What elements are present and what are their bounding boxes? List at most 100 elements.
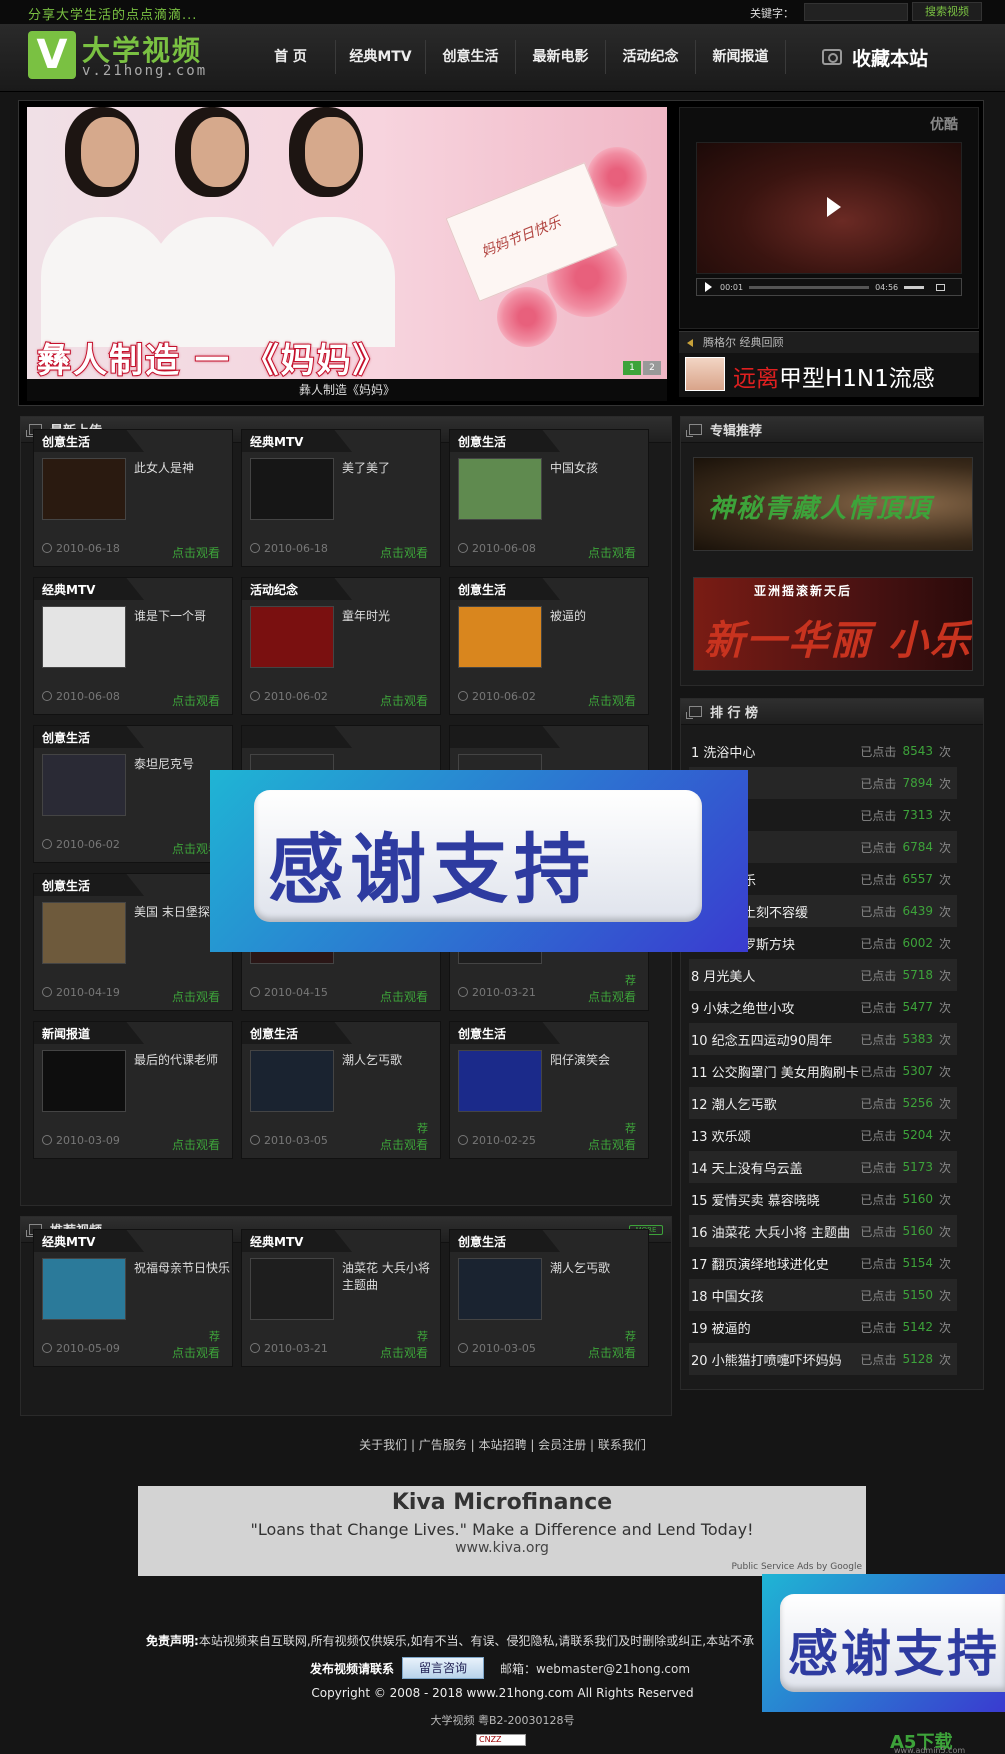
play-icon[interactable]: [827, 197, 841, 217]
nav-home[interactable]: 首 页: [246, 40, 336, 74]
video-title[interactable]: 中国女孩: [550, 460, 646, 477]
video-title[interactable]: 油菜花 大兵小将 主题曲: [342, 1260, 438, 1294]
watch-link[interactable]: 点击观看: [172, 692, 220, 709]
nav-events[interactable]: 活动纪念: [606, 40, 696, 74]
video-card[interactable]: 经典MTV 祝福母亲节日快乐荐 2010-05-09 点击观看: [33, 1229, 233, 1367]
icp-license[interactable]: 大学视频 粤B2-20030128号: [0, 1712, 1005, 1728]
watch-link[interactable]: 点击观看: [588, 1136, 636, 1153]
slide-dot-2[interactable]: 2: [643, 361, 661, 375]
contact-email[interactable]: 邮箱：webmaster@21hong.com: [500, 1660, 690, 1677]
ranking-title[interactable]: 20 小熊猫打喷嚏吓坏妈妈: [691, 1350, 860, 1369]
watch-link[interactable]: 点击观看: [172, 1344, 220, 1361]
watch-link[interactable]: 点击观看: [380, 692, 428, 709]
video-card[interactable]: 活动纪念 童年时光 2010-06-02 点击观看: [241, 577, 441, 715]
watch-link[interactable]: 点击观看: [172, 988, 220, 1005]
ranking-row[interactable]: 14 天上没有乌云盖 已点击 5173 次: [689, 1151, 957, 1183]
category-tag[interactable]: 创意生活: [450, 1022, 560, 1044]
category-tag[interactable]: 创意生活: [34, 726, 144, 748]
news-ticker[interactable]: 远离甲型H1N1流感: [679, 353, 979, 397]
video-card[interactable]: 创意生活 美国 末日堡探秘 2010-04-19 点击观看: [33, 873, 233, 1011]
cnzz-badge[interactable]: CNZZ: [476, 1734, 526, 1746]
bookmark-site-button[interactable]: 收藏本站: [822, 42, 928, 72]
footer-link[interactable]: 广告服务: [419, 1438, 467, 1452]
banner-caption[interactable]: 彝人制造《妈妈》: [27, 379, 667, 401]
category-tag[interactable]: 创意生活: [34, 874, 144, 896]
video-title[interactable]: 祝福母亲节日快乐: [134, 1260, 230, 1277]
video-card[interactable]: 创意生活 潮人乞丐歌荐 2010-03-05 点击观看: [241, 1021, 441, 1159]
ranking-title[interactable]: 13 欢乐颂: [691, 1126, 860, 1145]
video-card[interactable]: 创意生活 阳仔演笑会荐 2010-02-25 点击观看: [449, 1021, 649, 1159]
ranking-title[interactable]: 17 翻页演绎地球进化史: [691, 1254, 860, 1273]
video-card[interactable]: 经典MTV 美了美了 2010-06-18 点击观看: [241, 429, 441, 567]
video-thumbnail[interactable]: [458, 1258, 542, 1320]
site-logo[interactable]: V 大学视频 v.21hong.com: [28, 31, 218, 83]
category-tag[interactable]: [450, 726, 560, 748]
category-tag[interactable]: 创意生活: [34, 430, 144, 452]
category-tag[interactable]: 经典MTV: [34, 578, 144, 600]
video-title[interactable]: 童年时光: [342, 608, 438, 625]
ad-title[interactable]: Kiva Microfinance: [138, 1490, 866, 1515]
ranking-title[interactable]: 16 油菜花 大兵小将 主题曲: [691, 1222, 860, 1241]
video-thumbnail[interactable]: [250, 458, 334, 520]
video-card[interactable]: 经典MTV 谁是下一个哥 2010-06-08 点击观看: [33, 577, 233, 715]
ranking-title[interactable]: 8 月光美人: [691, 966, 860, 985]
ranking-row[interactable]: 9 小妹之绝世小攻 已点击 5477 次: [689, 991, 957, 1023]
watch-link[interactable]: 点击观看: [380, 988, 428, 1005]
category-tag[interactable]: 新闻报道: [34, 1022, 144, 1044]
video-title[interactable]: 此女人是神: [134, 460, 230, 477]
video-title[interactable]: 被逼的: [550, 608, 646, 625]
video-thumbnail[interactable]: [250, 606, 334, 668]
footer-link[interactable]: 联系我们: [598, 1438, 646, 1452]
ranking-row[interactable]: 17 翻页演绎地球进化史 已点击 5154 次: [689, 1247, 957, 1279]
watch-link[interactable]: 点击观看: [172, 544, 220, 561]
video-card[interactable]: 经典MTV 油菜花 大兵小将 主题曲荐 2010-03-21 点击观看: [241, 1229, 441, 1367]
watch-link[interactable]: 点击观看: [588, 988, 636, 1005]
ranking-title[interactable]: 19 被逼的: [691, 1318, 860, 1337]
video-card[interactable]: 新闻报道 最后的代课老师 2010-03-09 点击观看: [33, 1021, 233, 1159]
search-button[interactable]: 搜索视频: [912, 2, 982, 21]
video-thumbnail[interactable]: [42, 754, 126, 816]
ranking-row[interactable]: 11 公交胸罩门 美女用胸刷卡 已点击 5307 次: [689, 1055, 957, 1087]
ranking-row[interactable]: 20 小熊猫打喷嚏吓坏妈妈 已点击 5128 次: [689, 1343, 957, 1375]
ranking-row[interactable]: 10 纪念五四运动90周年 已点击 5383 次: [689, 1023, 957, 1055]
ranking-title[interactable]: 14 天上没有乌云盖: [691, 1158, 860, 1177]
video-thumbnail[interactable]: [250, 1050, 334, 1112]
google-ad[interactable]: Kiva Microfinance "Loans that Change Liv…: [138, 1486, 866, 1576]
nav-news[interactable]: 新闻报道: [696, 40, 786, 74]
ranking-title[interactable]: 9 小妹之绝世小攻: [691, 998, 860, 1017]
ranking-title[interactable]: 18 中国女孩: [691, 1286, 860, 1305]
nav-latest-movies[interactable]: 最新电影: [516, 40, 606, 74]
footer-link[interactable]: 本站招聘: [478, 1438, 526, 1452]
watch-link[interactable]: 点击观看: [588, 1344, 636, 1361]
video-card[interactable]: 创意生活 泰坦尼克号 2010-06-02 点击观看: [33, 725, 233, 863]
video-thumbnail[interactable]: [458, 606, 542, 668]
watch-link[interactable]: 点击观看: [588, 544, 636, 561]
footer-link[interactable]: 会员注册: [538, 1438, 586, 1452]
ranking-title[interactable]: 15 爱情买卖 慕容晓晓: [691, 1190, 860, 1209]
video-title[interactable]: 潮人乞丐歌: [342, 1052, 438, 1069]
video-card[interactable]: 创意生活 此女人是神 2010-06-18 点击观看: [33, 429, 233, 567]
ranking-title[interactable]: 11 公交胸罩门 美女用胸刷卡: [691, 1062, 860, 1081]
category-tag[interactable]: 经典MTV: [242, 430, 352, 452]
album-banner-1[interactable]: 神秘青藏人情頂頂: [693, 457, 973, 551]
category-tag[interactable]: 创意生活: [242, 1022, 352, 1044]
category-tag[interactable]: 创意生活: [450, 1230, 560, 1252]
video-thumbnail[interactable]: [42, 1050, 126, 1112]
video-thumbnail[interactable]: [250, 1258, 334, 1320]
ranking-row[interactable]: 12 潮人乞丐歌 已点击 5256 次: [689, 1087, 957, 1119]
category-tag[interactable]: 创意生活: [450, 578, 560, 600]
banner-slide[interactable]: 妈妈节日快乐 彝人制造 一 《妈妈》 1 2: [27, 107, 667, 379]
video-card[interactable]: 创意生活 被逼的 2010-06-02 点击观看: [449, 577, 649, 715]
video-title[interactable]: 谁是下一个哥: [134, 608, 230, 625]
video-thumbnail[interactable]: [42, 1258, 126, 1320]
category-tag[interactable]: 经典MTV: [34, 1230, 144, 1252]
search-input[interactable]: [804, 3, 908, 21]
footer-link[interactable]: 关于我们: [359, 1438, 407, 1452]
video-thumbnail[interactable]: [42, 606, 126, 668]
video-thumbnail[interactable]: [42, 902, 126, 964]
category-tag[interactable]: 经典MTV: [242, 1230, 352, 1252]
ranking-row[interactable]: 15 爱情买卖 慕容晓晓 已点击 5160 次: [689, 1183, 957, 1215]
video-thumbnail[interactable]: [42, 458, 126, 520]
nav-creative-life[interactable]: 创意生活: [426, 40, 516, 74]
watch-link[interactable]: 点击观看: [172, 1136, 220, 1153]
